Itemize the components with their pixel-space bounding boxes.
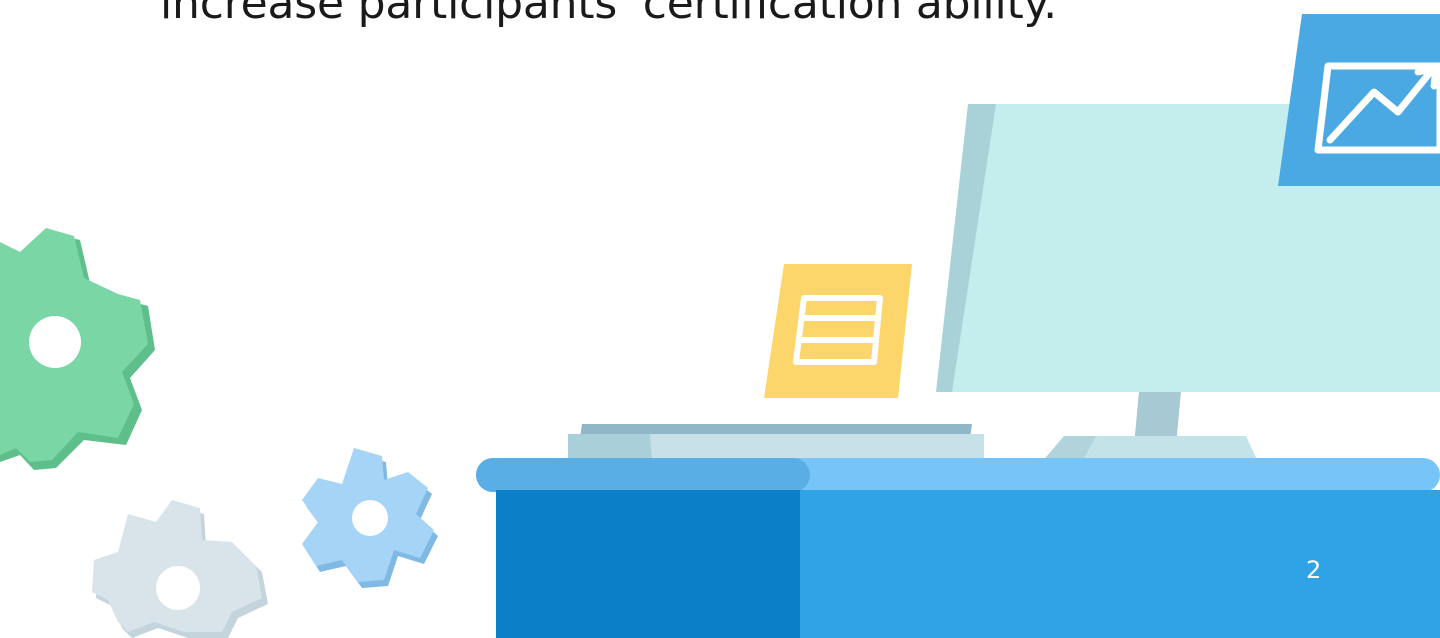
slide-body-text: increase participants' certification abi…	[160, 0, 1057, 29]
page-number: 2	[1306, 556, 1322, 584]
presentation-slide: increase participants' certification abi…	[0, 0, 1440, 638]
gear-icon	[0, 228, 155, 470]
laptop-base	[568, 424, 984, 462]
gear-icon	[92, 500, 268, 638]
desk	[476, 458, 1440, 638]
gear-icon	[302, 448, 438, 588]
trend-chart-icon	[1278, 14, 1440, 186]
document-icon	[764, 264, 912, 398]
monitor-stand	[1042, 380, 1258, 462]
office-illustration	[0, 14, 1440, 638]
